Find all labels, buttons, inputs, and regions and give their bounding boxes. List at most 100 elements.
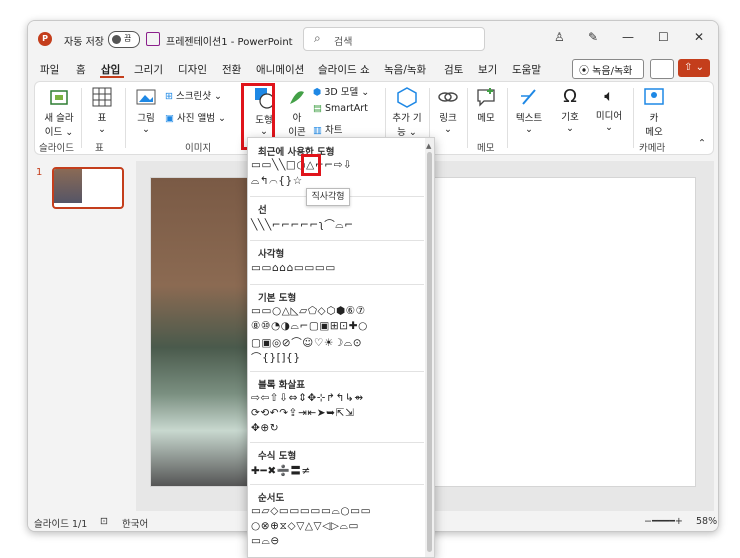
- photo-album-button[interactable]: ▣ 사진 앨범 ⌄: [165, 110, 245, 124]
- shape-row[interactable]: ⌒{}[]{}: [251, 350, 301, 365]
- search-icon: ⌕: [314, 31, 321, 45]
- text-label: 텍스트 ⌄: [515, 113, 543, 135]
- speaker-icon: 🔈︎: [604, 86, 614, 105]
- divider: [250, 484, 424, 485]
- shape-row[interactable]: ⌓↰⌒{}☆: [251, 175, 303, 188]
- icons-button[interactable]: 아 이콘: [285, 86, 309, 138]
- shape-row[interactable]: ▭⌓⊖: [251, 535, 280, 548]
- divider: [250, 371, 424, 372]
- slides-pane: 1: [28, 157, 128, 513]
- language-label[interactable]: 한국어: [122, 516, 148, 530]
- smartart-icon: ▤: [313, 103, 322, 114]
- pen-icon[interactable]: ✎: [588, 30, 598, 44]
- divider: [250, 442, 424, 443]
- new-slide-icon: [50, 90, 68, 105]
- smartart-button[interactable]: ▤ SmartArt: [313, 103, 383, 114]
- section-title: 사각형: [258, 249, 285, 260]
- shape-row[interactable]: ⇨⇦⇧⇩⇔⇕✥⊹↱↰↳⇴: [251, 392, 364, 404]
- symbol-label: 기호 ⌄: [561, 112, 579, 134]
- table-icon: [92, 87, 112, 107]
- picture-label: 그림 ⌄: [137, 113, 155, 135]
- comment-button[interactable]: 메모: [471, 86, 501, 124]
- shape-row[interactable]: ⟳⟲↶↷⇪⇥⇤➤➥⇱⇲: [251, 407, 354, 419]
- screenshot-button[interactable]: ⊞ 스크린샷 ⌄: [165, 88, 245, 102]
- chart-button[interactable]: ▥ 차트: [313, 122, 383, 136]
- link-label: 링크 ⌄: [439, 113, 457, 135]
- zoom-level[interactable]: 58%: [696, 516, 717, 527]
- shape-row[interactable]: ▢▣◎⊘⌒☺♡☀☽⌓⊙: [251, 335, 362, 350]
- gallery-scrollbar[interactable]: ▲: [425, 138, 434, 557]
- shape-row[interactable]: ○⊗⊕⧖◇▽△▽◁▷⌓▭: [251, 520, 359, 533]
- new-slide-button[interactable]: 새 슬라 이드 ⌄: [41, 86, 77, 138]
- save-icon[interactable]: [146, 32, 160, 46]
- tab-record[interactable]: 녹음/녹화: [384, 62, 426, 77]
- group-slides-label: 슬라이드: [39, 143, 74, 154]
- screenshot-icon: ⊞: [165, 91, 173, 102]
- tab-view[interactable]: 보기: [478, 62, 497, 77]
- zoom-slider[interactable]: −━━━━+: [644, 516, 683, 527]
- model3d-label: 3D 모델 ⌄: [324, 87, 370, 98]
- autosave-state: 끔: [124, 34, 132, 43]
- link-icon: [438, 92, 458, 102]
- shape-row[interactable]: ▭▭○△◺▱⬠◇⬡⬢⑥⑦: [251, 305, 366, 317]
- scroll-up-icon[interactable]: ▲: [426, 142, 431, 150]
- tab-insert[interactable]: 삽입: [101, 62, 120, 77]
- search-placeholder: 검색: [334, 37, 353, 48]
- tab-home[interactable]: 홈: [76, 62, 86, 77]
- tab-slideshow[interactable]: 슬라이드 쇼: [318, 62, 370, 77]
- section-title: 기본 도형: [258, 293, 297, 304]
- notes-icon[interactable]: ⊡: [100, 516, 108, 527]
- media-button[interactable]: 🔈︎ 미디어 ⌄: [591, 86, 627, 133]
- picture-button[interactable]: 그림 ⌄: [131, 86, 161, 135]
- shape-row[interactable]: ▭▱◇▭▭▭▭▭⌓○▭▭: [251, 505, 371, 518]
- slide-thumbnail[interactable]: [52, 167, 124, 209]
- cameo-button[interactable]: 카 메오: [639, 86, 669, 138]
- ribbon-collapse-button[interactable]: ⌃: [695, 138, 709, 149]
- link-button[interactable]: 링크 ⌄: [433, 86, 463, 135]
- tab-help[interactable]: 도움말: [512, 62, 541, 77]
- close-button[interactable]: ✕: [694, 30, 704, 44]
- toggle-knob: [112, 35, 121, 44]
- active-tab-indicator: [100, 76, 124, 78]
- photo-album-icon: ▣: [165, 113, 174, 124]
- shape-row[interactable]: ╲╲╲⌐⌐⌐⌐⌐ʅ⌒⌓⌐: [251, 217, 354, 232]
- search-box[interactable]: ⌕ 검색: [303, 27, 485, 51]
- slide-photo[interactable]: [151, 178, 251, 486]
- group-table-label: 표: [95, 143, 104, 154]
- record-button[interactable]: ⦿ 녹음/녹화: [572, 59, 644, 79]
- maximize-button[interactable]: ☐: [658, 30, 669, 44]
- tab-transitions[interactable]: 전환: [222, 62, 241, 77]
- thumbnail-photo: [54, 169, 82, 203]
- divider: [467, 88, 468, 148]
- tab-draw[interactable]: 그리기: [134, 62, 163, 77]
- group-comments-label: 메모: [477, 143, 495, 154]
- smartart-label: SmartArt: [325, 103, 368, 114]
- tab-animations[interactable]: 애니메이션: [256, 62, 304, 77]
- shape-row[interactable]: ✥⊕↻: [251, 422, 279, 434]
- table-button[interactable]: 표 ⌄: [87, 86, 117, 135]
- divider: [633, 88, 634, 148]
- addins-button[interactable]: 추가 기 능 ⌄: [389, 86, 425, 138]
- shape-row[interactable]: ⑧⑩◔◑⌓⌐▢▣⊞⊡✚○: [251, 320, 368, 333]
- comments-button[interactable]: [650, 59, 674, 79]
- model3d-button[interactable]: ⬢ 3D 모델 ⌄: [313, 84, 383, 98]
- comment-icon: [477, 88, 495, 107]
- shape-row[interactable]: ✚━✖➗〓≠: [251, 463, 311, 478]
- person-icon[interactable]: ♙: [554, 30, 565, 44]
- scrollbar-thumb[interactable]: [427, 152, 432, 552]
- rectangle-shape-highlight[interactable]: [301, 154, 321, 176]
- title-bar: P 자동 저장 끔 프레젠테이션1 - PowerPoint ⌕ 검색 ♙ ✎ …: [28, 21, 718, 57]
- divider: [250, 240, 424, 241]
- symbol-button[interactable]: Ω 기호 ⌄: [555, 86, 585, 134]
- tab-file[interactable]: 파일: [40, 62, 59, 77]
- shape-row[interactable]: ▭▭⌂⌂⌂▭▭▭▭: [251, 262, 336, 274]
- autosave-toggle[interactable]: 끔: [108, 31, 140, 48]
- share-button[interactable]: ⇧ ⌄: [678, 59, 710, 77]
- tab-review[interactable]: 검토: [444, 62, 463, 77]
- tab-design[interactable]: 디자인: [178, 62, 207, 77]
- text-button[interactable]: 텍스트 ⌄: [511, 86, 547, 135]
- addins-label: 추가 기 능 ⌄: [392, 113, 422, 138]
- picture-icon: [136, 89, 156, 105]
- minimize-button[interactable]: —: [622, 30, 634, 44]
- rectangle-tooltip: 직사각형: [306, 188, 350, 206]
